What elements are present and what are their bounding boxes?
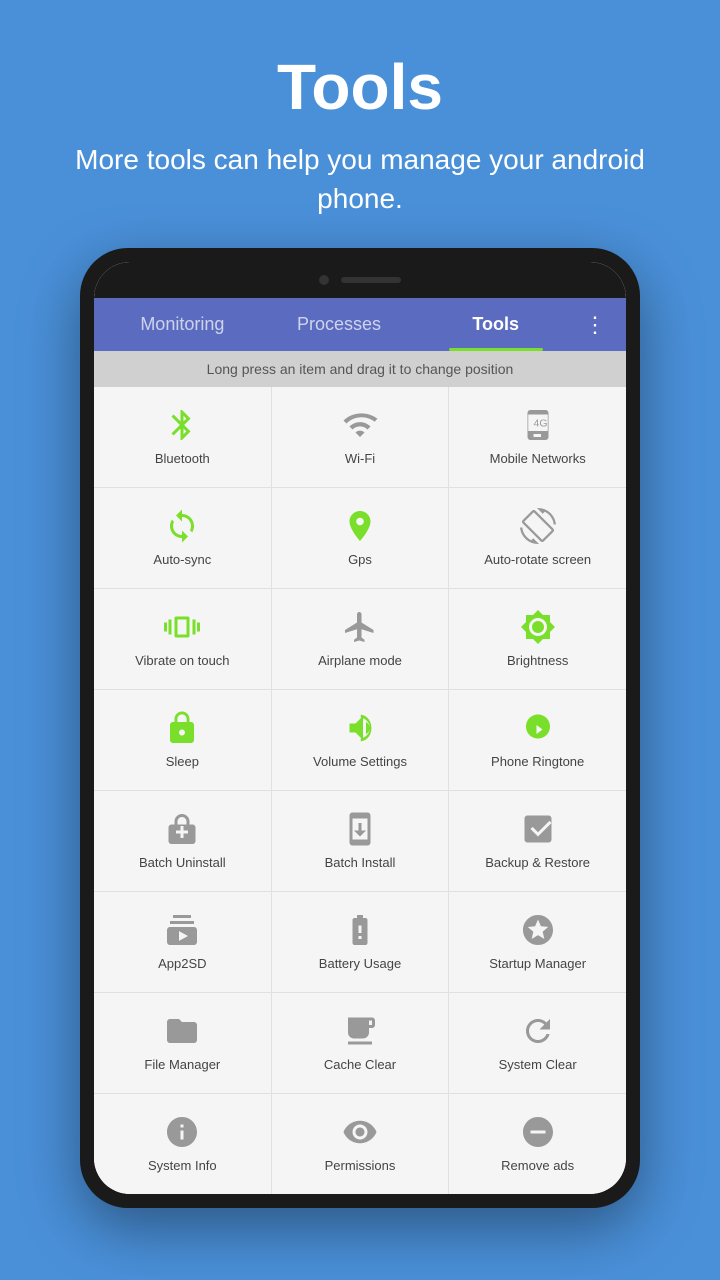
tool-vibrate[interactable]: Vibrate on touch bbox=[94, 589, 271, 689]
ringtone-icon bbox=[520, 710, 556, 746]
brightness-icon bbox=[520, 609, 556, 645]
batch-install-icon bbox=[342, 811, 378, 847]
sleep-label: Sleep bbox=[166, 754, 199, 771]
page-title: Tools bbox=[40, 50, 680, 124]
tool-system-clear[interactable]: System Clear bbox=[449, 993, 626, 1093]
airplane-icon bbox=[342, 609, 378, 645]
system-clear-label: System Clear bbox=[499, 1057, 577, 1074]
cache-clear-label: Cache Clear bbox=[324, 1057, 396, 1074]
bluetooth-icon bbox=[164, 407, 200, 443]
volume-label: Volume Settings bbox=[313, 754, 407, 771]
sleep-icon bbox=[164, 710, 200, 746]
svg-text:4G: 4G bbox=[533, 417, 547, 429]
app2sd-icon bbox=[164, 912, 200, 948]
wifi-icon bbox=[342, 407, 378, 443]
permissions-icon bbox=[342, 1114, 378, 1150]
remove-ads-icon bbox=[520, 1114, 556, 1150]
tab-monitoring[interactable]: Monitoring bbox=[104, 298, 261, 351]
system-info-label: System Info bbox=[148, 1158, 217, 1175]
auto-sync-icon bbox=[164, 508, 200, 544]
remove-ads-label: Remove ads bbox=[501, 1158, 574, 1175]
tool-wifi[interactable]: Wi-Fi bbox=[272, 387, 449, 487]
tool-gps[interactable]: Gps bbox=[272, 488, 449, 588]
tool-startup[interactable]: Startup Manager bbox=[449, 892, 626, 992]
auto-sync-label: Auto-sync bbox=[153, 552, 211, 569]
phone-speaker bbox=[341, 277, 401, 283]
file-manager-label: File Manager bbox=[144, 1057, 220, 1074]
tool-bluetooth[interactable]: Bluetooth bbox=[94, 387, 271, 487]
tool-battery[interactable]: Battery Usage bbox=[272, 892, 449, 992]
tool-remove-ads[interactable]: Remove ads bbox=[449, 1094, 626, 1194]
tab-tools[interactable]: Tools bbox=[417, 298, 574, 351]
page-subtitle: More tools can help you manage your andr… bbox=[40, 140, 680, 218]
battery-icon bbox=[342, 912, 378, 948]
airplane-label: Airplane mode bbox=[318, 653, 402, 670]
auto-rotate-icon bbox=[520, 508, 556, 544]
wifi-label: Wi-Fi bbox=[345, 451, 375, 468]
batch-uninstall-label: Batch Uninstall bbox=[139, 855, 226, 872]
tool-airplane[interactable]: Airplane mode bbox=[272, 589, 449, 689]
mobile-networks-icon: 4G bbox=[520, 407, 556, 443]
brightness-label: Brightness bbox=[507, 653, 568, 670]
app-header: Monitoring Processes Tools ⋮ bbox=[94, 298, 626, 351]
tool-sleep[interactable]: Sleep bbox=[94, 690, 271, 790]
tool-batch-uninstall[interactable]: Batch Uninstall bbox=[94, 791, 271, 891]
tool-ringtone[interactable]: Phone Ringtone bbox=[449, 690, 626, 790]
backup-icon bbox=[520, 811, 556, 847]
tool-backup[interactable]: Backup & Restore bbox=[449, 791, 626, 891]
ringtone-label: Phone Ringtone bbox=[491, 754, 584, 771]
tool-cache-clear[interactable]: Cache Clear bbox=[272, 993, 449, 1093]
bluetooth-label: Bluetooth bbox=[155, 451, 210, 468]
app2sd-label: App2SD bbox=[158, 956, 206, 973]
tool-brightness[interactable]: Brightness bbox=[449, 589, 626, 689]
tool-file-manager[interactable]: File Manager bbox=[94, 993, 271, 1093]
vibrate-label: Vibrate on touch bbox=[135, 653, 229, 670]
tool-auto-rotate[interactable]: Auto-rotate screen bbox=[449, 488, 626, 588]
phone-camera bbox=[319, 275, 329, 285]
tools-grid: Bluetooth Wi-Fi 4G Mobile Networks bbox=[94, 387, 626, 1194]
battery-label: Battery Usage bbox=[319, 956, 401, 973]
tab-bar: Monitoring Processes Tools ⋮ bbox=[94, 298, 626, 351]
vibrate-icon bbox=[164, 609, 200, 645]
batch-uninstall-icon bbox=[164, 811, 200, 847]
tool-mobile-networks[interactable]: 4G Mobile Networks bbox=[449, 387, 626, 487]
tab-processes[interactable]: Processes bbox=[261, 298, 418, 351]
tool-permissions[interactable]: Permissions bbox=[272, 1094, 449, 1194]
tool-batch-install[interactable]: Batch Install bbox=[272, 791, 449, 891]
tool-app2sd[interactable]: App2SD bbox=[94, 892, 271, 992]
volume-icon bbox=[342, 710, 378, 746]
phone-screen: Monitoring Processes Tools ⋮ Long press … bbox=[94, 262, 626, 1194]
tool-system-info[interactable]: System Info bbox=[94, 1094, 271, 1194]
mobile-networks-label: Mobile Networks bbox=[490, 451, 586, 468]
system-clear-icon bbox=[520, 1013, 556, 1049]
backup-label: Backup & Restore bbox=[485, 855, 590, 872]
startup-label: Startup Manager bbox=[489, 956, 586, 973]
file-manager-icon bbox=[164, 1013, 200, 1049]
startup-icon bbox=[520, 912, 556, 948]
gps-label: Gps bbox=[348, 552, 372, 569]
phone-frame: Monitoring Processes Tools ⋮ Long press … bbox=[80, 248, 640, 1208]
system-info-icon bbox=[164, 1114, 200, 1150]
batch-install-label: Batch Install bbox=[325, 855, 396, 872]
auto-rotate-label: Auto-rotate screen bbox=[484, 552, 591, 569]
gps-icon bbox=[342, 508, 378, 544]
tool-auto-sync[interactable]: Auto-sync bbox=[94, 488, 271, 588]
menu-button[interactable]: ⋮ bbox=[574, 302, 616, 348]
cache-clear-icon bbox=[342, 1013, 378, 1049]
permissions-label: Permissions bbox=[325, 1158, 396, 1175]
phone-notch bbox=[94, 262, 626, 298]
tool-volume[interactable]: Volume Settings bbox=[272, 690, 449, 790]
page-header: Tools More tools can help you manage you… bbox=[0, 0, 720, 248]
drag-hint-text: Long press an item and drag it to change… bbox=[94, 351, 626, 387]
